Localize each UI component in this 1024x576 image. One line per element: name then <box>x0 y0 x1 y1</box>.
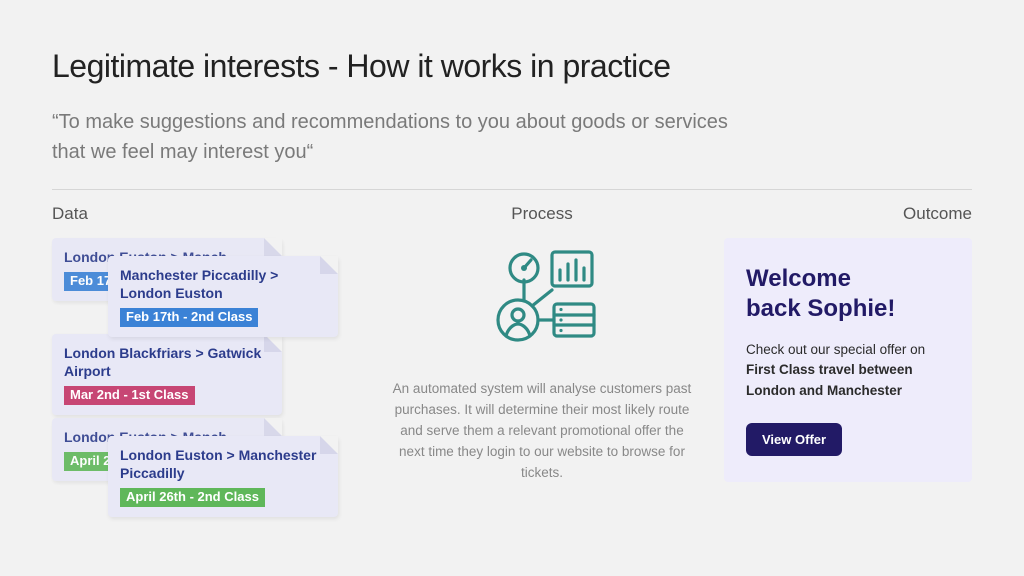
divider <box>52 189 972 190</box>
ticket-route: Manchester Piccadilly > London Euston <box>120 266 326 302</box>
offer-heading: Welcome back Sophie! <box>746 264 950 324</box>
offer-body: Check out our special offer on First Cla… <box>746 340 950 401</box>
analytics-icon <box>390 238 694 353</box>
column-label-process: Process <box>390 204 694 224</box>
column-label-outcome: Outcome <box>712 204 972 224</box>
ticket-group: London Blackfriars > Gatwick Airport Mar… <box>52 334 372 408</box>
process-description: An automated system will analyse custome… <box>390 379 694 484</box>
ticket-group: London Euston > Manch April 23 London Eu… <box>52 418 372 504</box>
offer-card: Welcome back Sophie! Check out our speci… <box>724 238 972 482</box>
ticket-tag: Feb 17th - 2nd Class <box>120 308 258 327</box>
ticket-route: London Euston > Manchester Piccadilly <box>120 446 326 482</box>
ticket-tag: April 26th - 2nd Class <box>120 488 265 507</box>
ticket-route: London Blackfriars > Gatwick Airport <box>64 344 270 380</box>
quote-text: “To make suggestions and recommendations… <box>52 107 752 167</box>
ticket-group: London Euston > Manch Feb 17t Manchester… <box>52 238 372 324</box>
column-label-data: Data <box>52 204 372 224</box>
ticket-card: Manchester Piccadilly > London Euston Fe… <box>108 256 338 337</box>
view-offer-button[interactable]: View Offer <box>746 423 842 456</box>
ticket-card: London Euston > Manchester Piccadilly Ap… <box>108 436 338 517</box>
ticket-card: London Blackfriars > Gatwick Airport Mar… <box>52 334 282 415</box>
page-title: Legitimate interests - How it works in p… <box>52 48 972 85</box>
ticket-tag: Mar 2nd - 1st Class <box>64 386 195 405</box>
